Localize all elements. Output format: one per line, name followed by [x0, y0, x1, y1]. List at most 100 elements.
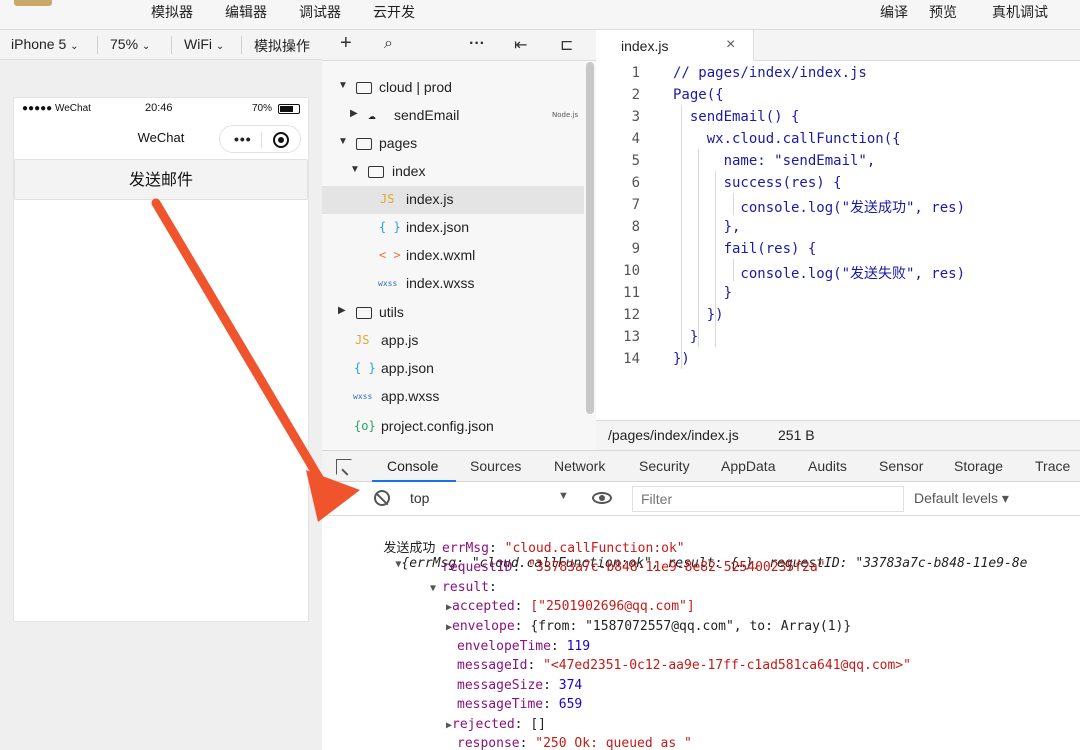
code-editor[interactable]: 1 2 3 4 5 6 7 8 9 10 11 12 13 14 // page…	[596, 61, 1080, 420]
tree-item-app-js[interactable]: JS app.js	[322, 327, 584, 355]
battery-percent: 70%	[252, 103, 273, 114]
tree-item-label: pages	[379, 135, 418, 151]
tree-item-app-json[interactable]: { } app.json	[322, 355, 584, 383]
chevron-down-icon: ⌄	[70, 41, 79, 52]
tab-index-js[interactable]: index.js ×	[596, 30, 754, 61]
add-icon[interactable]: +	[340, 32, 352, 55]
tab-label: index.js	[621, 38, 669, 54]
collapse-icon[interactable]: ⇤	[514, 35, 527, 55]
line-number: 3	[631, 109, 640, 125]
code-line: // pages/index/index.js	[673, 65, 867, 81]
phone-nav-bar: WeChat •••	[14, 120, 308, 158]
menu-debugger[interactable]: 调试器	[299, 2, 341, 22]
json-file-icon: { }	[354, 361, 376, 375]
tree-item-utils[interactable]: ▶ utils	[322, 299, 584, 327]
tree-item-index-json[interactable]: { } index.json	[322, 214, 584, 242]
more-icon[interactable]: ···	[469, 35, 485, 53]
json-file-icon: { }	[379, 220, 401, 234]
console-entry: response: "250 Ok: queued as "	[457, 736, 692, 750]
menu-cloud-dev[interactable]: 云开发	[373, 2, 415, 22]
expand-right-icon: ▶	[350, 108, 358, 119]
file-tree: ▼ cloud | prod ▶ ☁ sendEmail Node.js ▼ p…	[322, 61, 596, 450]
wxss-file-icon: wxss	[378, 279, 398, 288]
wxml-file-icon: < >	[379, 248, 401, 262]
context-select[interactable]: top	[410, 490, 429, 506]
network-select[interactable]: WiFi ⌄	[184, 36, 224, 52]
zoom-select[interactable]: 75% ⌄	[110, 36, 150, 52]
log-levels-select[interactable]: Default levels ▾	[914, 490, 1009, 507]
tree-item-label: project.config.json	[381, 418, 494, 434]
console-entry[interactable]: ▶envelope: {from: "1587072557@qq.com", t…	[446, 619, 851, 634]
console-entry[interactable]: ▶rejected: []	[446, 717, 546, 732]
tree-item-app-wxss[interactable]: wxss app.wxss	[322, 383, 584, 411]
console-entry: requestID: "33783a7c-b848-11e9-8e82-5254…	[442, 560, 826, 575]
send-email-button[interactable]: 发送邮件	[14, 159, 308, 200]
tree-item-project-config[interactable]: {o} project.config.json	[322, 413, 584, 441]
log-label: 发送成功	[383, 541, 436, 556]
console-filter-input[interactable]	[632, 486, 904, 512]
menu-editor[interactable]: 编辑器	[225, 2, 267, 22]
capsule-menu[interactable]: •••	[219, 125, 301, 153]
close-target-icon[interactable]	[273, 132, 289, 148]
divider	[97, 36, 98, 54]
code-line: console.log("发送成功", res)	[673, 200, 966, 216]
tree-item-pages[interactable]: ▼ pages	[322, 130, 584, 158]
code-line: wx.cloud.callFunction({	[673, 131, 901, 147]
tab-appdata[interactable]: AppData	[721, 458, 775, 474]
tree-item-label: app.json	[381, 360, 434, 376]
file-tree-scrollbar[interactable]	[586, 62, 594, 414]
clear-console-icon[interactable]	[374, 490, 390, 506]
editor-status-bar: /pages/index/index.js 251 B	[596, 420, 1080, 450]
tab-audits[interactable]: Audits	[808, 458, 847, 474]
eye-icon[interactable]	[592, 492, 612, 504]
console-entry[interactable]: ▼ result:	[430, 580, 497, 595]
tab-network[interactable]: Network	[554, 458, 605, 474]
tree-item-index-folder[interactable]: ▼ index	[322, 158, 584, 186]
expand-down-icon: ▼	[338, 80, 348, 91]
tree-item-label: index.js	[406, 191, 454, 207]
expand-down-icon[interactable]: ▼	[430, 583, 442, 594]
tab-storage[interactable]: Storage	[954, 458, 1003, 474]
expand-down-icon: ▼	[338, 136, 348, 147]
inspect-element-icon[interactable]	[336, 459, 353, 476]
tab-sensor[interactable]: Sensor	[879, 458, 923, 474]
tree-item-label: utils	[379, 304, 404, 320]
tree-item-index-wxss[interactable]: wxss index.wxss	[322, 270, 584, 298]
menu-bar: 模拟器 编辑器 调试器 云开发 编译 预览 真机调试	[0, 0, 1080, 30]
console-entry[interactable]: ▶accepted: ["2501902696@qq.com"]	[446, 599, 695, 614]
console-entry: messageSize: 374	[457, 678, 583, 693]
search-icon[interactable]: ⌕	[384, 35, 393, 53]
line-number: 1	[631, 65, 640, 81]
folder-icon	[356, 307, 372, 319]
code-line: console.log("发送失败", res)	[673, 266, 966, 282]
tab-security[interactable]: Security	[639, 458, 690, 474]
tree-item-sendemail[interactable]: ▶ ☁ sendEmail Node.js	[322, 102, 584, 130]
tree-item-label: index	[392, 163, 426, 179]
tab-sources[interactable]: Sources	[470, 458, 521, 474]
expand-down-icon[interactable]: ▼	[383, 559, 401, 570]
menu-simulator[interactable]: 模拟器	[151, 2, 193, 22]
more-icon[interactable]: •••	[234, 131, 252, 147]
js-file-icon: JS	[380, 192, 395, 206]
tree-item-index-js[interactable]: JS index.js	[322, 186, 584, 214]
tree-item-cloud-prod[interactable]: ▼ cloud | prod	[322, 74, 584, 102]
divider	[261, 132, 262, 148]
caret-down-icon[interactable]: ▼	[558, 490, 569, 502]
line-number: 4	[631, 131, 640, 147]
device-select[interactable]: iPhone 5 ⌄	[11, 36, 79, 52]
line-number: 7	[631, 197, 640, 213]
tab-console[interactable]: Console	[387, 458, 438, 474]
code-line: })	[673, 351, 690, 367]
menu-preview[interactable]: 预览	[929, 2, 957, 22]
console-entry: envelopeTime: 119	[457, 639, 591, 654]
line-number: 6	[631, 175, 640, 191]
console-entry: errMsg: "cloud.callFunction:ok"	[442, 541, 685, 556]
code-line: }	[673, 329, 699, 345]
tab-trace[interactable]: Trace	[1035, 458, 1070, 474]
split-icon[interactable]: ⊏	[560, 35, 573, 55]
tree-item-index-wxml[interactable]: < > index.wxml	[322, 242, 584, 270]
menu-compile[interactable]: 编译	[880, 2, 908, 22]
line-number: 10	[623, 263, 640, 279]
menu-remote-debug[interactable]: 真机调试	[992, 2, 1048, 22]
close-icon[interactable]: ×	[726, 36, 735, 54]
